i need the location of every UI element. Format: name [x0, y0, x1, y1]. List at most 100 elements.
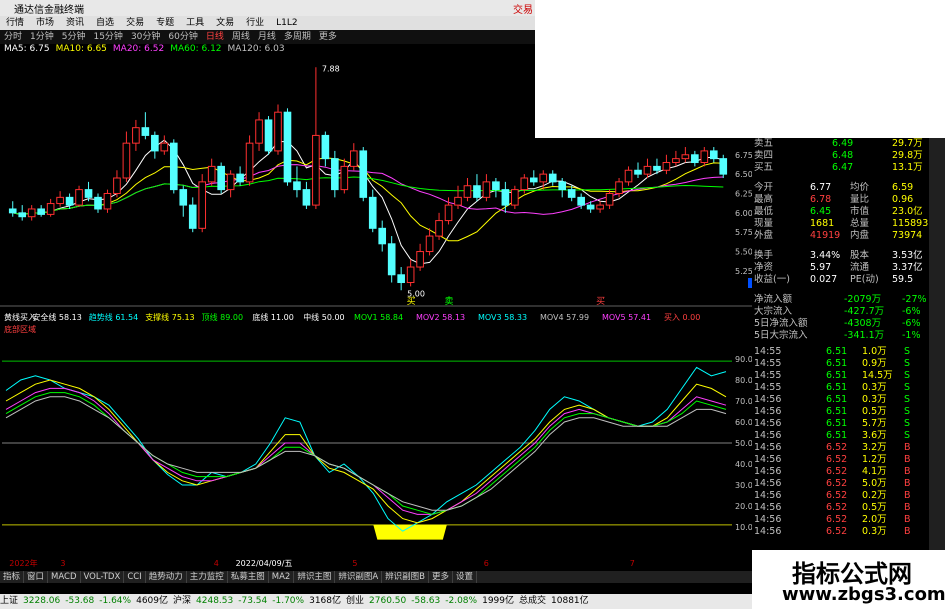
candle-body: [245, 142, 254, 183]
stat-label: 最高: [754, 194, 774, 205]
candle-body: [283, 111, 292, 183]
quote-row: 收益(一) 0.027 PE(动) 59.5: [752, 274, 929, 286]
candle-body: [473, 185, 481, 198]
indicator-tab[interactable]: 私募主图: [228, 571, 269, 583]
stat-value: 3.53亿: [892, 250, 923, 261]
indicator-y-tick: 40.00: [735, 460, 752, 469]
quote-row: 14:56 6.52 0.5万 B: [752, 502, 929, 514]
tick-volume: 2.0万: [862, 514, 887, 525]
indicator-y-tick: 30.00: [735, 481, 752, 490]
candle-body: [378, 227, 387, 245]
candle-body: [425, 235, 434, 253]
indicator-tab[interactable]: 窗口: [24, 571, 49, 583]
flow-extra: -27%: [902, 294, 927, 305]
candle-body: [634, 169, 642, 175]
candle-body: [709, 150, 718, 160]
flow-extra: -6%: [902, 318, 921, 329]
candle-body: [643, 165, 652, 175]
stat-label: 今开: [754, 182, 774, 193]
indicator-tab[interactable]: MA2: [269, 571, 295, 583]
indicator-subtitle: 底部区域: [4, 324, 36, 334]
tick-time: 14:56: [754, 490, 782, 501]
indicator-tab[interactable]: 主力监控: [187, 571, 228, 583]
stat-value: 41919: [810, 230, 841, 241]
indicator-tab[interactable]: CCI: [124, 571, 146, 583]
quote-row: 14:55 6.51 0.3万 S: [752, 382, 929, 394]
x-axis-label: 4: [214, 559, 219, 568]
candle-body: [18, 212, 27, 218]
candle-body: [349, 150, 358, 167]
side-toolbar[interactable]: [929, 138, 945, 550]
indicator-tab[interactable]: 辨识副图A: [335, 571, 383, 583]
ask-volume: 29.8万: [892, 150, 923, 161]
indicator-tab[interactable]: VOL-TDX: [81, 571, 125, 583]
candle-body: [567, 189, 576, 198]
candle-body: [368, 196, 377, 229]
candle-body: [198, 181, 207, 229]
tick-time: 14:56: [754, 394, 782, 405]
stat-value: 5.97: [810, 262, 832, 273]
tick-side: S: [904, 418, 911, 429]
ask-label: 卖四: [754, 150, 774, 161]
quote-row: 14:56 6.51 3.6万 S: [752, 430, 929, 442]
indicator-tab[interactable]: MACD: [48, 571, 81, 583]
x-axis-label: 7: [630, 559, 635, 568]
tick-volume: 0.5万: [862, 406, 887, 417]
flow-value: -427.7万: [844, 306, 885, 317]
indicator-tab[interactable]: 趋势动力: [146, 571, 187, 583]
flow-value: -4308万: [844, 318, 882, 329]
quote-row: 净资 5.97 流通 3.37亿: [752, 262, 929, 274]
candle-body: [188, 204, 197, 229]
quote-row: 14:55 6.51 0.9万 S: [752, 358, 929, 370]
quote-row: 现量 1681 总量 115893: [752, 218, 929, 230]
indicator-tab[interactable]: 更多: [429, 571, 454, 583]
indicator-tab[interactable]: 辨识主图: [294, 571, 336, 583]
stat-value: 6.45: [810, 206, 832, 217]
flow-label: 5日净流入额: [754, 318, 808, 329]
candle-body: [255, 119, 263, 144]
indicator-tab[interactable]: 辨识副图B: [382, 571, 429, 583]
stat-label: 内盘: [850, 230, 870, 241]
x-axis-label: 5: [352, 559, 357, 568]
tick-price: 6.52: [826, 442, 848, 453]
ask-label: 买五: [754, 162, 774, 173]
market-status-bar: 上证 3228.06 -53.68 -1.64% 4609亿 沪深 4248.53 -73.5…: [0, 594, 752, 609]
tick-side: S: [904, 382, 911, 393]
candle-body: [8, 208, 17, 214]
stat-label: 总量: [850, 218, 870, 229]
quote-row: 5日大宗流入 -341.1万 -1%: [752, 330, 929, 342]
tick-time: 14:55: [754, 382, 782, 393]
tick-side: S: [904, 430, 911, 441]
price-y-tick: 6.25: [735, 189, 752, 198]
candle-body: [312, 134, 320, 206]
tick-time: 14:56: [754, 430, 782, 441]
tick-price: 6.52: [826, 514, 848, 525]
stock-chart[interactable]: 6.756.506.256.005.755.505.257.885.00买卖买黄…: [0, 0, 752, 571]
indicator-tab[interactable]: 指标: [0, 571, 25, 583]
quote-row: 外盘 41919 内盘 73974: [752, 230, 929, 242]
indicator-y-tick: 50.00: [735, 439, 752, 448]
candle-body: [615, 181, 623, 194]
candle-body: [94, 196, 102, 210]
stat-value: 3.37亿: [892, 262, 923, 273]
candle-body: [169, 142, 178, 191]
quote-row: 卖五 6.49 29.7万: [752, 138, 929, 150]
candle-body: [454, 196, 462, 206]
indicator-legend-item: MOV4 57.99: [540, 313, 589, 322]
candle-body: [179, 189, 188, 206]
tick-volume: 0.3万: [862, 382, 887, 393]
stat-label: 股本: [850, 250, 870, 261]
tick-side: B: [904, 526, 911, 537]
candle-body: [122, 142, 131, 179]
status-item: 2760.50: [369, 596, 407, 606]
indicator-tab[interactable]: 设置: [453, 571, 478, 583]
quote-row: 14:56 6.52 0.2万 B: [752, 490, 929, 502]
candle-body: [132, 127, 140, 144]
quote-row: 14:56 6.51 5.7万 S: [752, 418, 929, 430]
candle-body: [406, 266, 415, 284]
candle-body: [236, 173, 244, 183]
ask-volume: 13.1万: [892, 162, 923, 173]
stat-value: 59.5: [892, 274, 914, 285]
tick-price: 6.51: [826, 370, 848, 381]
candle-body: [463, 185, 472, 198]
